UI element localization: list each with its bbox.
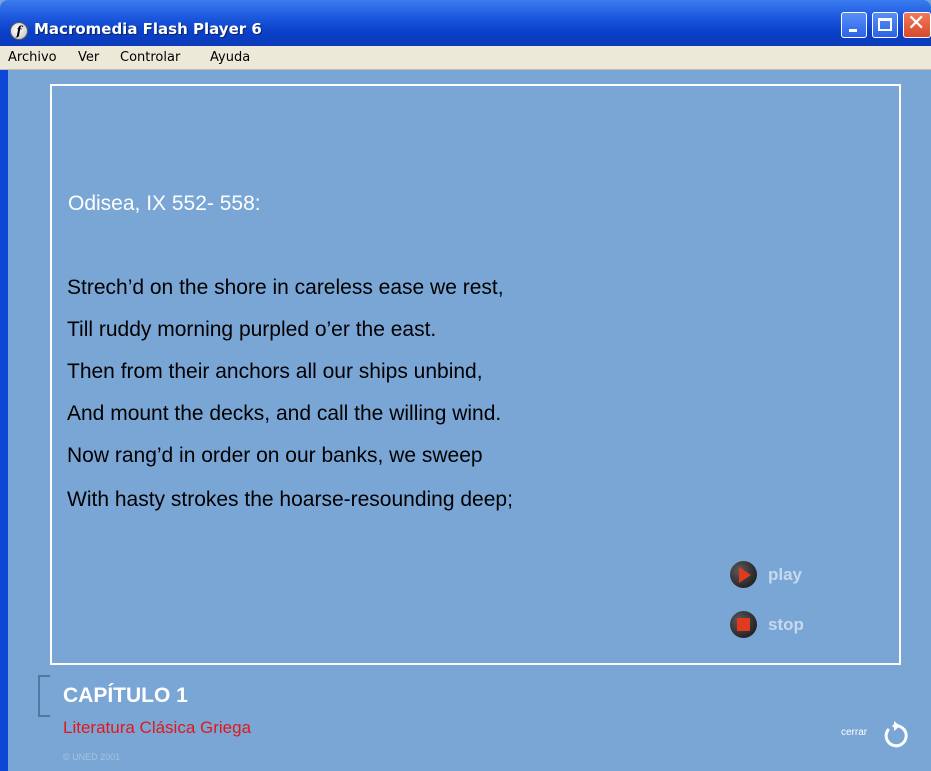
maximize-button[interactable] <box>872 12 898 38</box>
stop-icon <box>730 611 757 638</box>
poem-line: Till ruddy morning purpled o’er the east… <box>67 318 437 341</box>
menu-controlar[interactable]: Controlar <box>120 50 180 65</box>
return-icon[interactable] <box>879 721 909 751</box>
copyright-text: © UNED 2001 <box>63 752 121 762</box>
menu-ver[interactable]: Ver <box>78 50 99 65</box>
chapter-title: CAPÍTULO 1 <box>63 684 188 707</box>
play-label: play <box>768 565 803 584</box>
window-left-border <box>0 70 8 771</box>
play-icon <box>730 561 757 588</box>
maximize-icon <box>878 18 892 31</box>
title-bar[interactable]: f Macromedia Flash Player 6 ✕ <box>0 0 931 46</box>
close-label[interactable]: cerrar <box>841 727 867 738</box>
stop-label: stop <box>768 615 804 634</box>
poem-line: Then from their anchors all our ships un… <box>67 360 483 383</box>
chapter-subtitle: Literatura Clásica Griega <box>63 718 252 737</box>
minimize-icon <box>849 29 857 32</box>
close-window-button[interactable]: ✕ <box>903 11 931 38</box>
poem-line: Strech’d on the shore in careless ease w… <box>67 276 504 299</box>
close-icon: ✕ <box>907 11 926 36</box>
poem-line: And mount the decks, and call the willin… <box>67 402 502 425</box>
minimize-button[interactable] <box>841 12 867 38</box>
chapter-bracket <box>38 675 50 717</box>
poem-line: With hasty strokes the hoarse-resounding… <box>67 488 513 511</box>
flash-player-icon: f <box>10 22 28 40</box>
window-title: Macromedia Flash Player 6 <box>34 20 262 38</box>
poem-line: Now rang’d in order on our banks, we swe… <box>67 444 483 467</box>
menu-ayuda[interactable]: Ayuda <box>210 50 250 65</box>
stop-button[interactable]: stop <box>730 611 820 639</box>
play-button[interactable]: play <box>730 561 820 589</box>
menu-archivo[interactable]: Archivo <box>8 50 57 65</box>
menu-bar: Archivo Ver Controlar Ayuda <box>0 46 931 70</box>
reference-title: Odisea, IX 552- 558: <box>68 192 261 215</box>
